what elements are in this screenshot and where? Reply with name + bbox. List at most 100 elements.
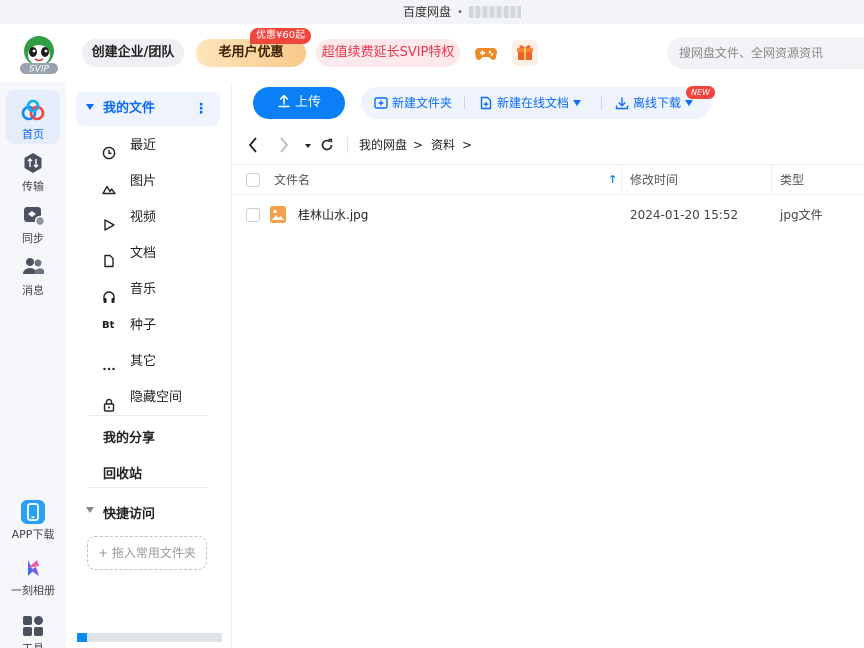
back-arrow-icon[interactable] [245, 136, 261, 154]
sidebar-divider [88, 487, 208, 488]
more-icon [102, 355, 116, 371]
headphones-icon [102, 283, 116, 303]
sidebar-item-music[interactable]: 音乐 [102, 272, 222, 308]
sidebar-item-documents[interactable]: 文档 [102, 236, 222, 272]
breadcrumb: 我的网盘 > 资料 > [232, 128, 864, 162]
refresh-icon[interactable] [319, 136, 335, 154]
breadcrumb-chevron-icon: > [462, 138, 473, 152]
column-header-type[interactable]: 类型 [780, 165, 804, 195]
breadcrumb-chevron-icon: > [413, 138, 424, 152]
sidebar-item-videos[interactable]: 视频 [102, 200, 222, 236]
sidebar-item-my-share[interactable]: 我的分享 [103, 427, 155, 446]
storage-usage-fill [77, 633, 88, 642]
offline-download-button[interactable]: 离线下载 [615, 87, 694, 119]
upload-button[interactable]: 上传 [253, 87, 345, 119]
sidebar-item-label: 最近 [130, 138, 157, 153]
sidebar-item-my-files[interactable]: 我的文件 ⋮ [76, 92, 220, 126]
new-online-doc-label: 新建在线文档 [497, 96, 570, 110]
file-type: jpg文件 [780, 208, 823, 222]
sidebar-item-hidden-space[interactable]: 隐藏空间 [102, 380, 222, 416]
nav-album-label: 一刻相册 [11, 584, 55, 597]
nav-app-download[interactable]: APP下载 [6, 500, 60, 542]
top-header: SVIP 创建企业/团队 老用户优惠 优惠¥60起 超值续费延长SVIP特权 搜… [0, 24, 864, 82]
album-icon [21, 556, 45, 580]
file-sidebar: 我的文件 ⋮ 最近 图片 视频 文档 音乐 Bt 种子 其它 隐藏空间 我的分享… [66, 82, 232, 648]
window-titlebar: 百度网盘 • [0, 0, 864, 24]
new-online-doc-button[interactable]: 新建在线文档 [479, 87, 582, 119]
create-enterprise-button[interactable]: 创建企业/团队 [82, 39, 184, 67]
new-folder-icon [374, 90, 388, 109]
column-header-name[interactable]: 文件名 [274, 165, 310, 195]
svip-renew-button[interactable]: 超值续费延长SVIP特权 [316, 39, 460, 67]
sidebar-item-label: 其它 [130, 354, 157, 369]
upload-icon [278, 94, 290, 108]
column-divider[interactable] [621, 165, 622, 195]
nav-message[interactable]: 消息 [6, 254, 60, 298]
gamepad-icon[interactable] [474, 42, 498, 64]
file-table-header: 文件名 ↑ 修改时间 类型 [232, 164, 864, 195]
sidebar-item-recycle-bin[interactable]: 回收站 [103, 463, 142, 482]
sidebar-item-label: 视频 [130, 210, 157, 225]
storage-usage-bar [77, 633, 222, 642]
sidebar-item-label: 图片 [130, 174, 157, 189]
select-all-checkbox[interactable] [246, 173, 260, 187]
column-header-modified[interactable]: 修改时间 [630, 165, 678, 195]
nav-home-label: 首页 [22, 128, 44, 141]
file-modified: 2024-01-20 15:52 [630, 208, 739, 222]
breadcrumb-item-my-drive[interactable]: 我的网盘 [359, 128, 407, 162]
nav-app-download-label: APP下载 [11, 528, 55, 541]
logo-text: SVIP [29, 65, 50, 75]
nav-tools-label: 工具 [6, 640, 60, 648]
new-doc-icon [479, 90, 493, 110]
chevron-down-icon[interactable] [573, 100, 582, 106]
phone-icon [21, 500, 45, 524]
sidebar-divider [88, 415, 208, 416]
sidebar-item-others[interactable]: 其它 [102, 344, 222, 380]
search-input[interactable]: 搜网盘文件、全网资源资讯 [667, 37, 864, 69]
nav-sync[interactable]: 同步 [6, 202, 60, 246]
play-icon [102, 211, 116, 231]
more-vertical-icon[interactable]: ⋮ [194, 92, 208, 126]
breadcrumb-separator [347, 137, 348, 153]
sort-ascending-icon[interactable]: ↑ [608, 165, 617, 195]
nav-transfer[interactable]: 传输 [6, 150, 60, 194]
upload-button-label: 上传 [294, 95, 321, 110]
sidebar-item-torrents[interactable]: Bt 种子 [102, 308, 222, 344]
file-name[interactable]: 桂林山水.jpg [298, 198, 368, 232]
history-dropdown-icon[interactable] [302, 136, 318, 154]
message-icon [20, 254, 46, 280]
offline-download-label: 离线下载 [633, 96, 682, 110]
sidebar-item-images[interactable]: 图片 [102, 164, 222, 200]
image-file-icon [270, 206, 286, 223]
clock-icon [102, 139, 116, 160]
column-divider[interactable] [771, 165, 772, 195]
breadcrumb-item-current[interactable]: 资料 [431, 128, 455, 162]
sidebar-item-recent[interactable]: 最近 [102, 128, 222, 164]
sidebar-item-label: 种子 [130, 318, 157, 333]
home-icon [20, 98, 46, 124]
nav-album[interactable]: 一刻相册 [6, 556, 60, 598]
table-row[interactable]: 桂林山水.jpg 2024-01-20 15:52 jpg文件 [232, 198, 864, 232]
new-folder-label: 新建文件夹 [392, 96, 453, 110]
sidebar-item-label: 隐藏空间 [130, 390, 183, 405]
add-common-folder-dropzone[interactable]: + 拖入常用文件夹 [87, 536, 207, 570]
lock-icon [102, 391, 116, 412]
chevron-down-icon[interactable] [685, 100, 694, 106]
gift-icon[interactable] [512, 40, 538, 66]
toolbar-separator [601, 96, 602, 110]
svip-avatar-logo[interactable]: SVIP [18, 34, 60, 75]
new-folder-button[interactable]: 新建文件夹 [374, 87, 452, 119]
nav-home[interactable]: 首页 [6, 90, 60, 144]
sidebar-item-label: 文档 [130, 246, 157, 261]
blurred-username [468, 6, 521, 18]
sync-icon [20, 202, 46, 228]
nav-tools[interactable]: 工具 [6, 614, 60, 648]
sidebar-item-label: 音乐 [130, 282, 157, 297]
forward-arrow-icon[interactable] [276, 136, 292, 154]
discount-badge: 优惠¥60起 [250, 28, 312, 44]
collapse-triangle-icon[interactable] [86, 104, 94, 110]
left-nav-rail: 首页 传输 同步 消息 APP下载 一刻相册 [0, 82, 66, 648]
row-checkbox[interactable] [246, 208, 260, 222]
quick-access-collapse-icon[interactable] [86, 507, 94, 513]
transfer-icon [20, 150, 46, 176]
